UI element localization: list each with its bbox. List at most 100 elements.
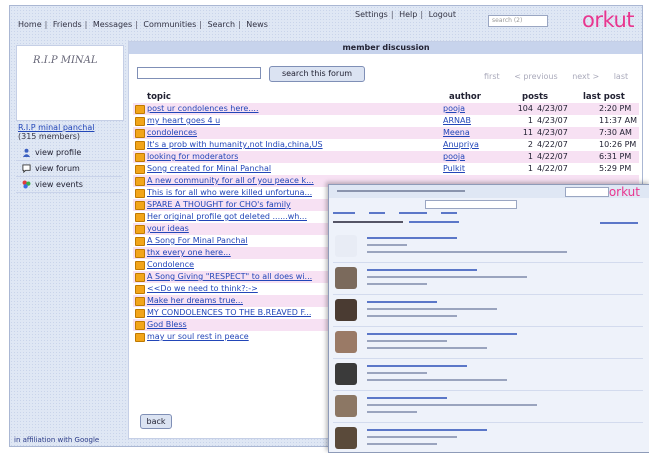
pager: first < previous next > last <box>484 72 640 81</box>
pager-previous[interactable]: < previous <box>514 72 557 81</box>
topic-link[interactable]: your ideas <box>147 224 189 233</box>
topic-link[interactable]: It's a prob with humanity,not India,chin… <box>147 140 323 149</box>
nav-home[interactable]: Home <box>18 20 42 29</box>
settings-link[interactable]: Settings <box>355 10 388 19</box>
topic-link[interactable]: looking for moderators <box>147 152 238 161</box>
overlay-text-line <box>367 347 487 349</box>
last-post-date: 4/22/07 <box>537 152 568 161</box>
pager-first[interactable]: first <box>484 72 500 81</box>
logout-link[interactable]: Logout <box>429 10 456 19</box>
author-link[interactable]: ARNAB <box>443 116 471 125</box>
folder-icon <box>135 153 145 162</box>
folder-icon <box>135 273 145 282</box>
topic-link[interactable]: post ur condolences here.... <box>147 104 259 113</box>
sidebar-item-view-profile[interactable]: view profile <box>16 145 122 161</box>
overlay-avatar <box>335 427 357 449</box>
post-count: 1 <box>527 152 533 161</box>
nav-news[interactable]: News <box>246 20 268 29</box>
google-affiliation: in affiliation with Google <box>14 436 100 444</box>
topic-link[interactable]: thx every one here... <box>147 248 231 257</box>
overlay-text-line <box>367 365 467 367</box>
community-name-link[interactable]: R.I.P minal panchal <box>18 123 94 132</box>
panel-title: member discussion <box>129 42 642 54</box>
overlay-thread-title <box>333 220 463 226</box>
overlay-post <box>333 423 643 452</box>
author-link[interactable]: Pulkit <box>443 164 465 173</box>
overlay-post <box>333 263 643 295</box>
overlay-tab-links <box>333 212 457 214</box>
nav-communities[interactable]: Communities <box>143 20 196 29</box>
overlay-text-line <box>367 244 407 246</box>
sidebar-item-label: view profile <box>35 148 82 157</box>
post-count: 1 <box>527 164 533 173</box>
nav-search[interactable]: Search <box>208 20 235 29</box>
top-search-input[interactable]: search (2) <box>488 15 548 27</box>
overlay-pages-text <box>600 222 638 224</box>
overlay-text-line <box>367 429 487 431</box>
topic-link[interactable]: God Bless <box>147 320 187 329</box>
author-link[interactable]: pooja <box>443 152 465 161</box>
pager-next[interactable]: next > <box>572 72 599 81</box>
folder-icon <box>135 249 145 258</box>
topic-link[interactable]: This is for all who were killed unfortun… <box>147 188 312 197</box>
folder-icon <box>135 213 145 222</box>
topic-link[interactable]: Condolence <box>147 260 194 269</box>
forum-icon <box>22 164 31 173</box>
last-post-time: 7:30 AM <box>599 128 632 137</box>
author-link[interactable]: Anupriya <box>443 140 479 149</box>
table-row: my heart goes 4 u ARNAB 1 4/23/07 11:37 AM <box>133 115 639 127</box>
orkut-logo: orkut <box>582 8 635 32</box>
overlay-search-bar[interactable] <box>425 200 517 209</box>
topic-link[interactable]: SPARE A THOUGHT for CHO's family <box>147 200 291 209</box>
topic-link[interactable]: A Song Giving "RESPECT" to all does wi..… <box>147 272 312 281</box>
pager-last[interactable]: last <box>614 72 628 81</box>
last-post-date: 4/22/07 <box>537 164 568 173</box>
forum-search-input[interactable] <box>137 67 261 79</box>
last-post-time: 5:29 PM <box>599 164 632 173</box>
topic-link[interactable]: Song created for Minal Panchal <box>147 164 271 173</box>
topic-link[interactable]: may ur soul rest in peace <box>147 332 249 341</box>
overlay-text-line <box>367 301 437 303</box>
topic-link[interactable]: A new community for all of you peace k..… <box>147 176 314 185</box>
nav-messages[interactable]: Messages <box>93 20 132 29</box>
last-post-date: 4/23/07 <box>537 104 568 113</box>
overlay-pagination <box>600 221 640 227</box>
overlay-post <box>333 295 643 327</box>
topic-link[interactable]: condolences <box>147 128 197 137</box>
help-link[interactable]: Help <box>399 10 417 19</box>
member-count: (315 members) <box>18 132 81 141</box>
back-button[interactable]: back <box>140 414 172 429</box>
author-link[interactable]: Meena <box>443 128 470 137</box>
overlay-text-line <box>367 251 567 253</box>
author-link[interactable]: pooja <box>443 104 465 113</box>
overlay-title-text <box>333 221 459 223</box>
overlay-avatar <box>335 235 357 257</box>
overlay-text-line <box>367 308 497 310</box>
overlay-text-line <box>367 436 457 438</box>
topic-link[interactable]: Make her dreams true... <box>147 296 243 305</box>
overlay-text-line <box>367 372 427 374</box>
post-count: 104 <box>517 104 533 113</box>
folder-icon <box>135 165 145 174</box>
sidebar-item-view-events[interactable]: view events <box>16 177 122 193</box>
sidebar-item-view-forum[interactable]: view forum <box>16 161 122 177</box>
overlay-text-line <box>367 379 507 381</box>
last-post-time: 2:20 PM <box>599 104 632 113</box>
overlay-search-input[interactable] <box>565 187 609 197</box>
topic-link[interactable]: A Song For Minal Panchal <box>147 236 248 245</box>
search-forum-button[interactable]: search this forum <box>269 66 365 82</box>
topic-link[interactable]: Her original profile got deleted ......w… <box>147 212 307 221</box>
folder-icon <box>135 105 145 114</box>
column-posts: posts <box>522 92 549 102</box>
topic-link[interactable]: my heart goes 4 u <box>147 116 220 125</box>
post-count: 11 <box>522 128 533 137</box>
top-navigation: Home | Friends | Messages | Communities | Se… <box>10 6 642 32</box>
topic-link[interactable]: <<Do we need to think?:-> <box>147 284 258 293</box>
overlay-avatar <box>335 395 357 417</box>
post-count: 1 <box>527 116 533 125</box>
last-post-time: 10:26 PM <box>599 140 637 149</box>
topic-link[interactable]: MY CONDOLENCES TO THE B.REAVED F... <box>147 308 311 317</box>
table-row: It's a prob with humanity,not India,chin… <box>133 139 639 151</box>
nav-friends[interactable]: Friends <box>53 20 82 29</box>
folder-icon <box>135 129 145 138</box>
